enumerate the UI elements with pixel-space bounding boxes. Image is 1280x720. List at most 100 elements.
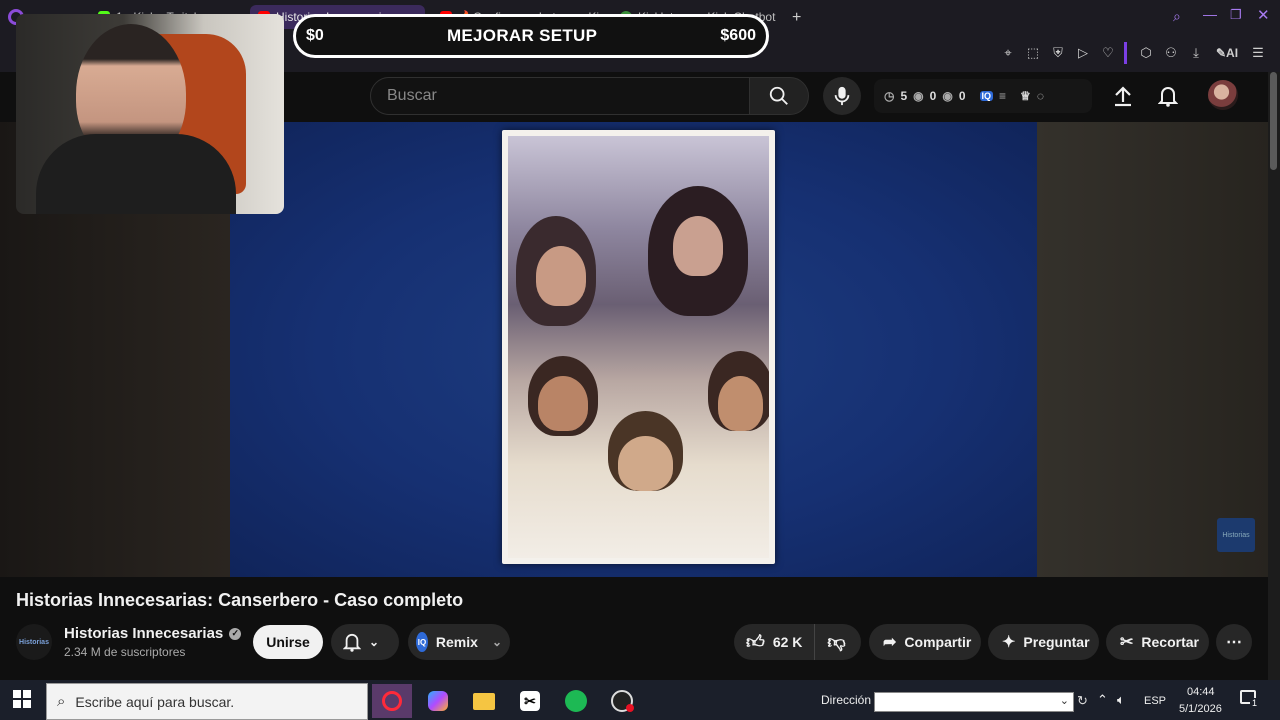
goal-target-amount: $600 [720,27,756,44]
video-ambient-right [1037,122,1268,577]
scrollbar-thumb[interactable] [1270,72,1277,170]
channel-avatar[interactable]: Historias [16,624,52,660]
channel-name: Historias Innecesarias [64,625,224,642]
subscribe-bell-button[interactable]: ⌄ [331,624,399,660]
family-photo [502,130,775,564]
extensions-icon[interactable]: ⬡ [1138,45,1154,61]
tray-expand-icon[interactable]: ⌃ [1097,692,1108,708]
like-dislike-group: 👍︎ 62 K 👎︎ [734,624,861,660]
search-input[interactable]: Buscar [370,77,750,115]
copilot-icon [428,691,448,711]
clock-time[interactable]: 04:44 [1187,686,1215,698]
eye-icon: ◉ [942,89,953,103]
user-avatar[interactable] [1208,80,1238,110]
address-toolbar-input[interactable]: ⌄ [874,692,1074,712]
like-button[interactable]: 👍︎ 62 K [734,624,816,660]
search-placeholder: Buscar [387,87,437,104]
snapshot-icon[interactable]: ⬚ [1025,45,1041,61]
new-tab-icon[interactable]: + [792,9,801,27]
wallet-icon[interactable]: ⚇ [1163,45,1179,61]
eye-icon: ◉ [913,89,924,103]
maximize-icon[interactable]: ❐ [1230,7,1242,23]
opera-icon [382,691,402,711]
thumbs-up-icon: 👍︎ [746,632,765,652]
clip-label: Recortar [1141,634,1199,650]
bell-icon [343,633,361,652]
refresh-icon[interactable]: ↻ [1077,693,1088,709]
search-icon [769,86,788,105]
ask-button[interactable]: ✦ Preguntar [988,624,1099,660]
search-button[interactable] [749,77,809,115]
list-icon[interactable]: ≡ [999,89,1006,103]
taskbar-copilot[interactable] [418,684,458,718]
notification-center-button[interactable]: 1 [1240,690,1260,710]
trophy-icon[interactable]: ♕ [1020,89,1031,103]
dislike-button[interactable]: 👎︎ [815,624,857,660]
channel-name-link[interactable]: Historias Innecesarias ✓ [64,625,242,642]
pin-icon[interactable]: ⌖ [1000,45,1016,61]
bell-icon [1158,87,1178,107]
search-icon: ⌕ [57,693,66,710]
volume-icon[interactable]: 🔈︎ [1117,692,1125,708]
toolbar-divider [1124,42,1127,64]
channel-avatar-text: Historias [19,638,49,646]
address-toolbar-label: Dirección [821,693,872,707]
notification-count: 1 [1250,698,1260,708]
notifications-button[interactable] [1155,83,1181,109]
start-button[interactable] [2,682,42,716]
views-count: 0 [929,89,937,103]
iq-icon: IQ [416,632,428,652]
join-button[interactable]: Unirse [253,625,323,659]
more-actions-button[interactable]: ⋯ [1216,624,1252,660]
clock-count: 5 [900,89,908,103]
share-button[interactable]: ➦ Compartir [869,624,981,660]
other-count: 0 [958,89,966,103]
thumbs-down-icon: 👎︎ [827,632,846,652]
taskbar-capcut[interactable]: ✂ [510,684,550,718]
video-title: Historias Innecesarias: Canserbero - Cas… [16,590,464,610]
iq-badge-icon[interactable]: IQ [979,91,994,101]
spotify-icon [565,690,587,712]
taskbar-search-input[interactable]: ⌕ Escribe aquí para buscar. [46,683,368,720]
sparkle-icon: ✦ [1002,634,1016,651]
download-icon[interactable]: ⤓ [1188,45,1204,61]
capcut-icon: ✂ [520,691,540,711]
remix-button[interactable]: IQ Remix ⌄ [408,624,510,660]
shield-icon[interactable]: ⛨ [1050,45,1066,61]
clip-button[interactable]: ✂ Recortar [1106,624,1209,660]
goal-current-amount: $0 [306,27,324,44]
ai-icon[interactable]: ✎ AI [1212,45,1242,61]
verified-icon: ✓ [229,627,242,640]
clock-date[interactable]: 5/1/2026 [1179,703,1222,715]
share-label: Compartir [904,634,972,650]
channel-watermark[interactable]: Historias [1217,518,1255,552]
upload-icon [1115,86,1131,107]
photo-figure [673,216,723,276]
menu-icon[interactable]: ☰ [1250,45,1266,61]
minimize-icon[interactable]: — [1203,6,1217,22]
like-count: 62 K [772,634,803,650]
chevron-down-icon: ⌄ [491,635,502,649]
language-indicator[interactable]: ESP [1144,695,1166,707]
close-icon[interactable]: ✕ [1257,6,1270,24]
play-icon[interactable]: ▷ [1075,45,1091,61]
heart-icon[interactable]: ♡ [1100,45,1116,61]
folder-icon [473,692,495,710]
remix-label: Remix [435,634,478,650]
setup-goal-banner: $0 MEJORAR SETUP $600 [293,14,769,58]
extension-stats-bar[interactable]: ◷ 5 ◉ 0 ◉ 0 IQ ≡ ♕ ◌ [874,79,1092,113]
more-icon: ⋯ [1226,634,1242,651]
taskbar-file-explorer[interactable] [464,684,504,718]
search-tabs-icon[interactable]: ⌕ [1173,8,1181,25]
voice-search-button[interactable] [823,77,861,115]
ask-label: Preguntar [1023,634,1090,650]
clock-icon: ◷ [884,89,895,103]
taskbar-opera[interactable] [372,684,412,718]
taskbar-obs[interactable] [602,684,642,718]
upload-button[interactable] [1110,83,1136,109]
chevron-down-icon[interactable]: ⌄ [1060,694,1069,707]
ai-label: AI [1226,46,1239,60]
taskbar-spotify[interactable] [556,684,596,718]
chat-icon[interactable]: ◌ [1037,89,1044,103]
photo-figure [538,376,588,431]
